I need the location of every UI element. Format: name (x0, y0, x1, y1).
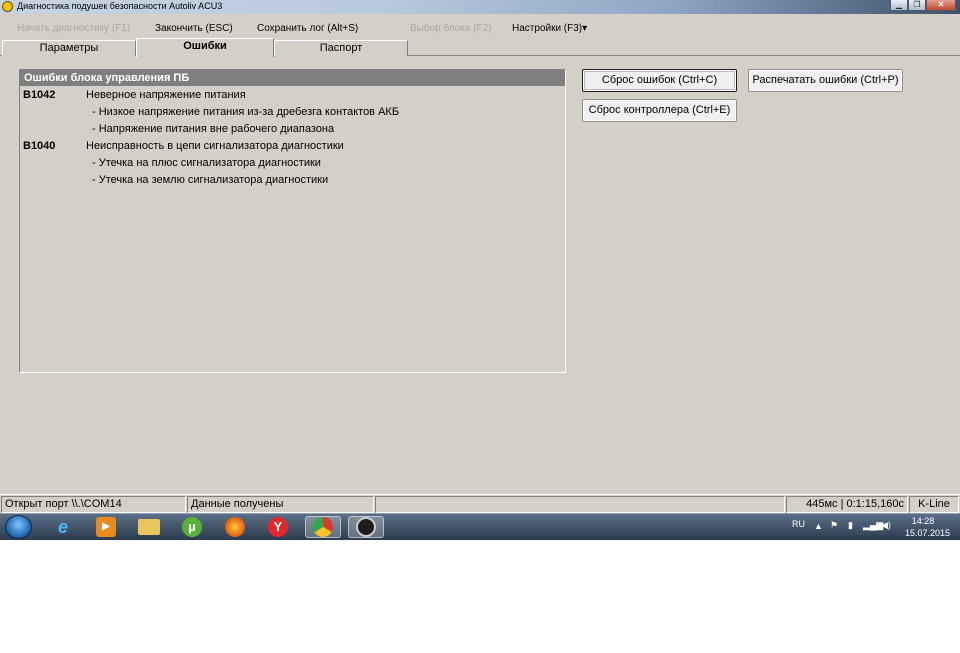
battery-icon[interactable]: ▮ (848, 520, 853, 545)
menu-save-log[interactable]: Сохранить лог (Alt+S) (257, 23, 358, 34)
errors-panel-header: Ошибки блока управления ПБ (20, 70, 565, 86)
chevron-down-icon: ▾ (582, 23, 588, 34)
chrome-icon[interactable] (305, 516, 341, 538)
menu-finish[interactable]: Закончить (ESC) (155, 23, 233, 34)
media-player-icon[interactable]: ▶ (88, 516, 124, 538)
error-description: - Напряжение питания вне рабочего диапаз… (92, 123, 335, 135)
error-code: B1040 (23, 140, 56, 152)
title-bar: Диагностика подушек безопасности Autoliv… (0, 0, 960, 14)
reset-controller-button[interactable]: Сброс контроллера (Ctrl+E) (582, 99, 737, 122)
reset-errors-button[interactable]: Сброс ошибок (Ctrl+C) (582, 69, 737, 92)
status-bar: Открыт порт \\.\COM14 Данные получены 44… (0, 494, 960, 513)
tray-expand-icon[interactable]: ▲ (814, 521, 823, 546)
menu-start-diagnostics[interactable]: Начать диагностику (F1) (17, 23, 130, 34)
close-icon[interactable]: ✕ (926, 0, 956, 11)
app-logo-icon (2, 1, 13, 12)
menu-settings-label: Настройки (F3) (512, 23, 583, 34)
clock-date: 15.07.2015 (905, 528, 951, 538)
language-indicator[interactable]: RU (792, 519, 805, 544)
error-description: - Низкое напряжение питания из-за дребез… (92, 106, 400, 118)
status-port: Открыт порт \\.\COM14 (1, 496, 186, 513)
tab-parameters[interactable]: Параметры (2, 40, 136, 56)
status-timing: 445мс | 0:1:15,160с (786, 496, 908, 513)
status-data: Данные получены (187, 496, 374, 513)
firefox-icon[interactable] (217, 516, 253, 538)
menu-select-unit[interactable]: Выбор блока (F2) (410, 23, 492, 34)
minimize-icon[interactable]: ▁ (890, 0, 908, 11)
tab-errors[interactable]: Ошибки (136, 38, 274, 57)
error-description: - Утечка на плюс сигнализатора диагности… (92, 157, 321, 169)
yandex-browser-icon[interactable]: Y (260, 516, 296, 538)
error-description: Неисправность в цепи сигнализатора диагн… (86, 140, 344, 152)
taskbar: e ▶ µ Y RU ▲ ⚑ ▮ ▂▄▆ ◀) 14:28 15.07.2015 (0, 513, 960, 540)
ie-icon[interactable]: e (45, 516, 81, 538)
clock-time: 14:28 (911, 516, 935, 526)
file-explorer-icon[interactable] (131, 516, 167, 538)
action-center-icon[interactable]: ⚑ (830, 520, 838, 545)
menu-settings[interactable]: Настройки (F3)▾ (512, 23, 587, 34)
tab-bar: Параметры Ошибки Паспорт (0, 38, 960, 57)
diagnostic-app-icon[interactable] (348, 516, 384, 538)
window-title: Диагностика подушек безопасности Autoliv… (17, 1, 223, 11)
tab-passport[interactable]: Паспорт (274, 40, 408, 56)
print-errors-button[interactable]: Распечатать ошибки (Ctrl+P) (748, 69, 903, 92)
status-spacer (375, 496, 785, 513)
error-code: B1042 (23, 89, 56, 101)
volume-icon[interactable]: ◀) (881, 520, 891, 545)
window-controls: ▁ ❐ ✕ (890, 0, 956, 11)
start-button[interactable] (5, 515, 32, 539)
status-protocol: K-Line (909, 496, 959, 513)
app-window: Диагностика подушек безопасности Autoliv… (0, 0, 960, 513)
error-description: Неверное напряжение питания (86, 89, 246, 101)
utorrent-icon[interactable]: µ (174, 516, 210, 538)
errors-panel: Ошибки блока управления ПБ B1042 Неверно… (19, 69, 566, 373)
error-description: - Утечка на землю сигнализатора диагност… (92, 174, 329, 186)
clock[interactable]: 14:28 15.07.2015 (905, 516, 951, 541)
menu-bar: Начать диагностику (F1) Закончить (ESC) … (0, 20, 960, 38)
maximize-icon[interactable]: ❐ (908, 0, 926, 11)
